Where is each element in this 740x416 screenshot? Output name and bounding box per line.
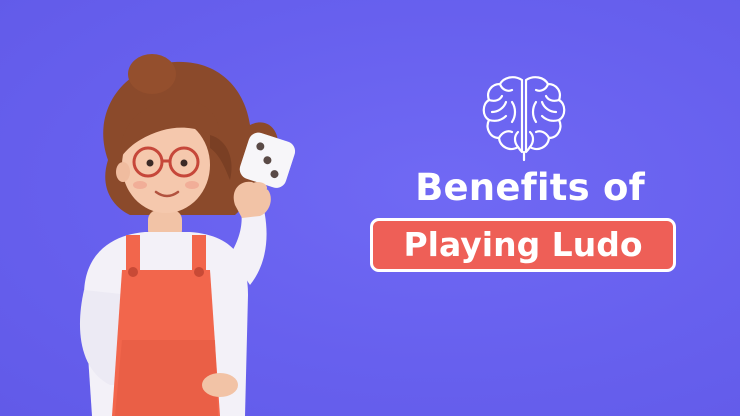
brain-icon [482, 76, 566, 162]
headline-playing-ludo: Playing Ludo [403, 225, 643, 264]
banner-canvas: Benefits of Playing Ludo [0, 0, 740, 416]
character-illustration [79, 54, 296, 416]
headline-pill: Playing Ludo [370, 218, 676, 272]
headline-benefits-of: Benefits of [415, 166, 645, 209]
